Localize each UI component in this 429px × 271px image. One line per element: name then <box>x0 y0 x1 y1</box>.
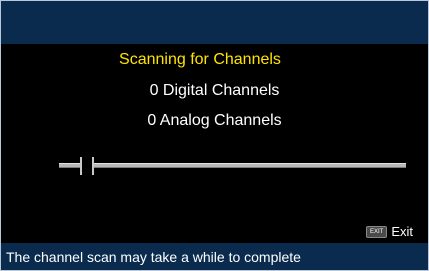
screen-frame <box>0 0 429 271</box>
channel-scan-screen: Scanning for Channels 0 Digital Channels… <box>0 0 429 271</box>
